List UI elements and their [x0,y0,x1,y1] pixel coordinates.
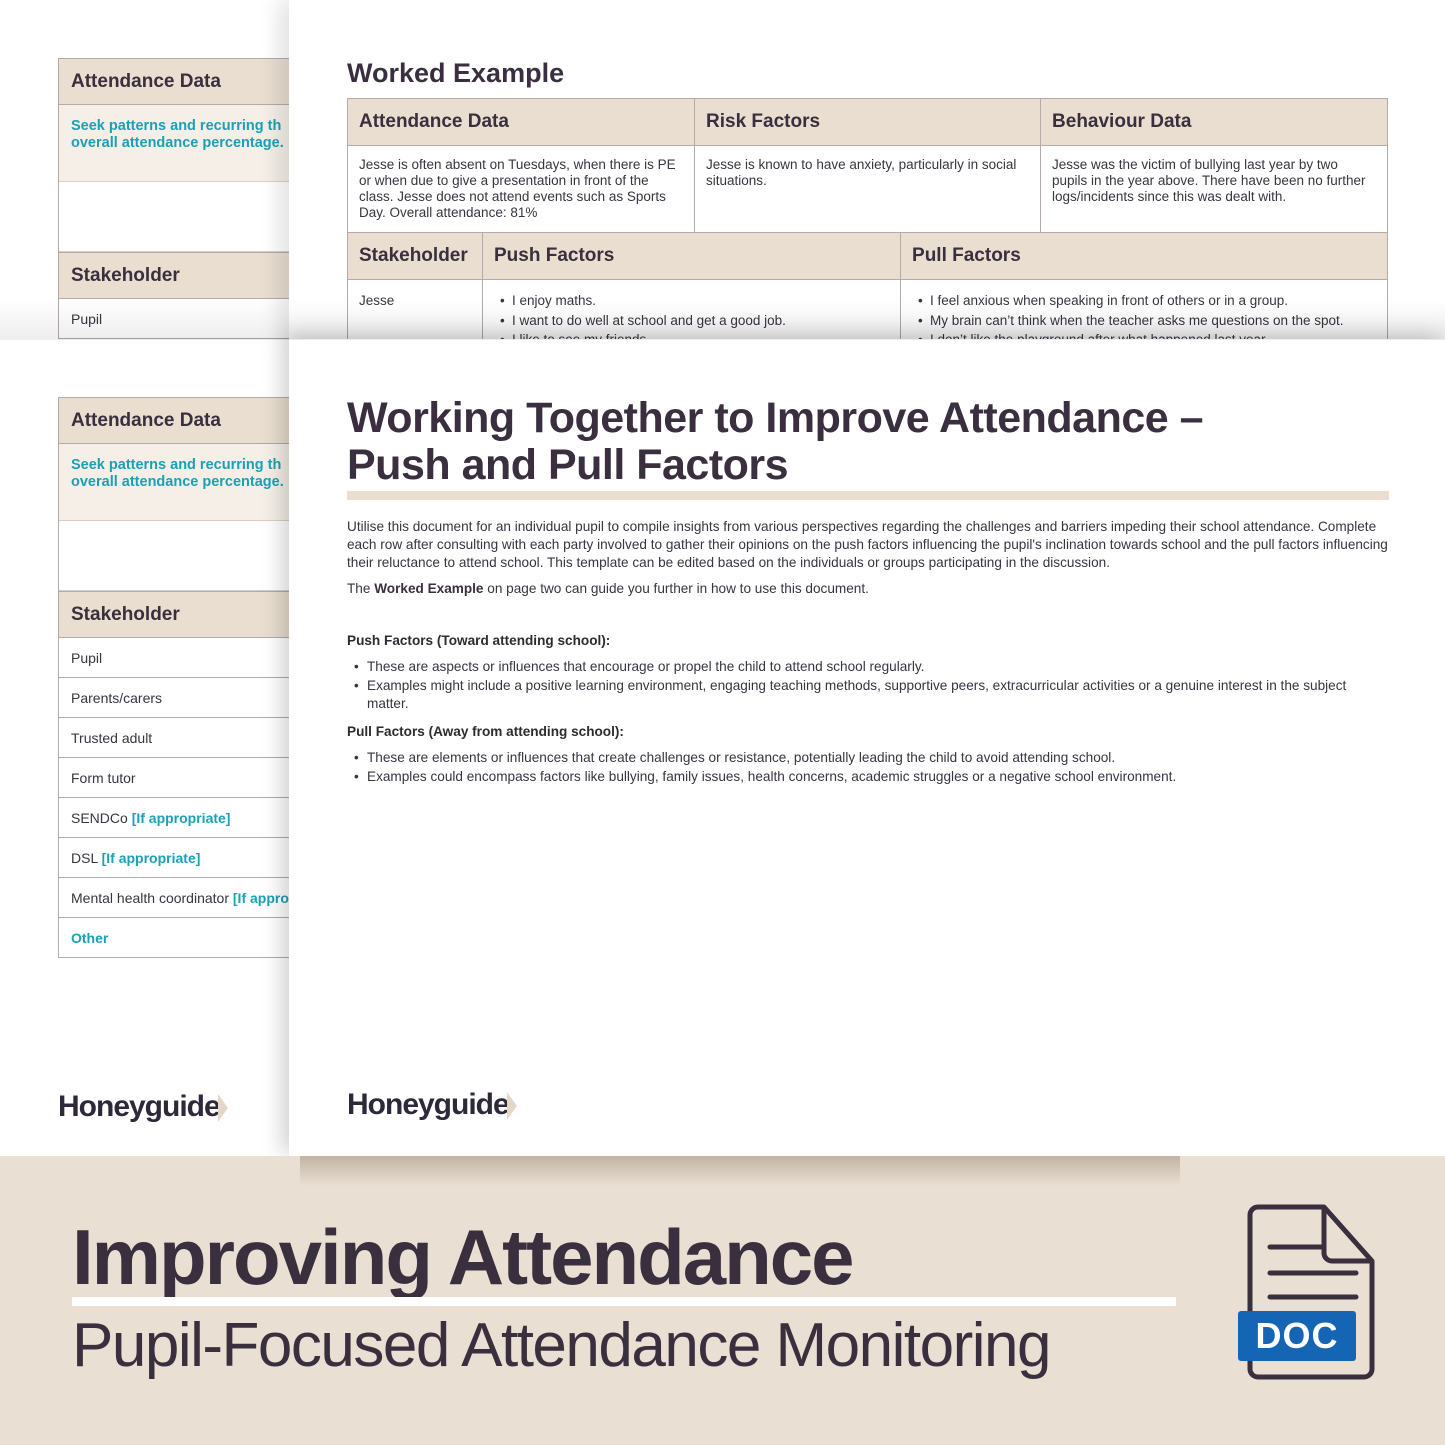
stakeholder-row: Pupil [59,638,300,678]
attendance-data-hint: Seek patterns and recurring th overall a… [59,105,300,182]
hint-line-2: overall attendance percentage. [71,135,284,151]
if-appropriate-tag: [If approp [232,890,298,906]
worked-example-table: Attendance Data Risk Factors Behaviour D… [346,98,1389,340]
title-line-1: Working Together to Improve Attendance – [347,394,1204,442]
push-factors-section: Push Factors (Toward attending school): … [347,633,1389,714]
pull-point: Examples could encompass factors like bu… [347,768,1389,786]
document-title: Working Together to Improve Attendance –… [347,395,1347,489]
pull-point: These are elements or influences that cr… [347,749,1389,767]
stakeholder-row: Trusted adult [59,718,300,758]
attendance-data-hint: Seek patterns and recurring th overall a… [59,444,300,521]
banner-subtitle: Pupil-Focused Attendance Monitoring [72,1311,1052,1380]
stakeholder-row: Form tutor [59,758,300,798]
worked-example-page: Worked Example Attendance Data Risk Fact… [289,0,1445,340]
attendance-data-header: Attendance Data [59,58,300,105]
pull-factor-item: I feel anxious when speaking in front of… [912,291,1376,311]
guide-paragraph: The Worked Example on page two can guide… [347,580,1389,598]
worked-example-title: Worked Example [347,58,565,88]
stakeholder-row: Pupil [59,299,300,339]
cell-attendance-data: Jesse is often absent on Tuesdays, when … [346,145,696,233]
stakeholder-name: Form tutor [71,770,136,786]
stakeholder-row: SENDCo [If appropriate] [59,798,300,838]
push-factor-item: I want to do well at school and get a go… [494,311,889,331]
template-page-top-preview: Attendance Data Seek patterns and recurr… [0,0,300,340]
cell-stakeholder: Jesse [347,279,483,340]
stakeholder-name: Mental health coordinator [71,890,229,906]
cell-push-factors: I enjoy maths. I want to do well at scho… [481,279,902,340]
hint-line-1: Seek patterns and recurring th [71,118,282,134]
stakeholder-row: Parents/carers [59,678,300,718]
worked-example-reference: Worked Example [374,581,484,596]
pull-factors-section: Pull Factors (Away from attending school… [347,724,1389,787]
if-appropriate-tag: [If appropriate] [131,810,231,826]
blank-cell [59,521,300,591]
push-point: These are aspects or influences that enc… [347,658,1389,676]
hint-line-1: Seek patterns and recurring th [71,457,282,473]
guide-suffix: on page two can guide you further in how… [483,581,869,596]
header-stakeholder: Stakeholder [347,232,483,280]
preview-stage: Attendance Data Seek patterns and recurr… [0,0,1445,1156]
intro-paragraph: Utilise this document for an individual … [347,519,1388,570]
main-document-page: Working Together to Improve Attendance –… [289,339,1445,1156]
intro-text: Utilise this document for an individual … [347,518,1389,606]
doc-format-badge: DOC [1238,1311,1356,1361]
stakeholder-row: Mental health coordinator [If approp [59,878,300,918]
title-line-2: Push and Pull Factors [347,441,789,489]
if-appropriate-tag: [If appropriate] [101,850,201,866]
logo-text: Honeyguide [58,1090,221,1123]
logo-chevron-icon [506,1092,517,1121]
template-table: Attendance Data Seek patterns and recurr… [58,58,300,339]
stakeholder-name: SENDCo [71,810,128,826]
header-risk-factors: Risk Factors [694,98,1042,146]
stakeholder-name: Pupil [71,650,103,666]
stakeholder-name: DSL [71,850,98,866]
header-push-factors: Push Factors [481,232,902,280]
push-factors-heading: Push Factors (Toward attending school): [347,633,611,648]
blank-cell [59,182,300,252]
stakeholder-header: Stakeholder [59,252,300,299]
header-pull-factors: Pull Factors [900,232,1389,280]
stakeholder-name: Pupil [71,311,103,327]
stakeholder-name: Other [71,930,109,946]
honeyguide-logo: Honeyguide [58,1090,228,1124]
stakeholder-row-other: Other [59,918,300,958]
pull-factor-item: My brain can’t think when the teacher as… [912,311,1376,331]
template-table: Attendance Data Seek patterns and recurr… [58,397,300,958]
guide-prefix: The [347,581,375,596]
stakeholder-header: Stakeholder [59,591,300,638]
logo-chevron-icon [217,1094,228,1123]
push-factor-item: I enjoy maths. [494,291,889,311]
cell-risk-factors: Jesse is known to have anxiety, particul… [694,145,1042,233]
hint-line-2: overall attendance percentage. [71,474,284,490]
header-behaviour-data: Behaviour Data [1040,98,1389,146]
cell-pull-factors: I feel anxious when speaking in front of… [900,279,1389,340]
cell-behaviour-data: Jesse was the victim of bullying last ye… [1040,145,1389,233]
pull-factors-heading: Pull Factors (Away from attending school… [347,724,624,739]
stakeholder-name: Trusted adult [71,730,153,746]
header-attendance-data: Attendance Data [346,98,696,146]
banner-divider [72,1297,1176,1306]
push-point: Examples might include a positive learni… [347,677,1389,713]
banner-title: Improving Attendance [72,1213,855,1301]
logo-text: Honeyguide [347,1088,510,1121]
stakeholder-row: DSL [If appropriate] [59,838,300,878]
preview-shadow [300,1156,1180,1186]
stakeholder-name: Parents/carers [71,690,163,706]
template-page-preview: Attendance Data Seek patterns and recurr… [0,340,300,1156]
attendance-data-header: Attendance Data [59,397,300,444]
title-divider [347,491,1389,500]
honeyguide-logo: Honeyguide [347,1088,517,1122]
